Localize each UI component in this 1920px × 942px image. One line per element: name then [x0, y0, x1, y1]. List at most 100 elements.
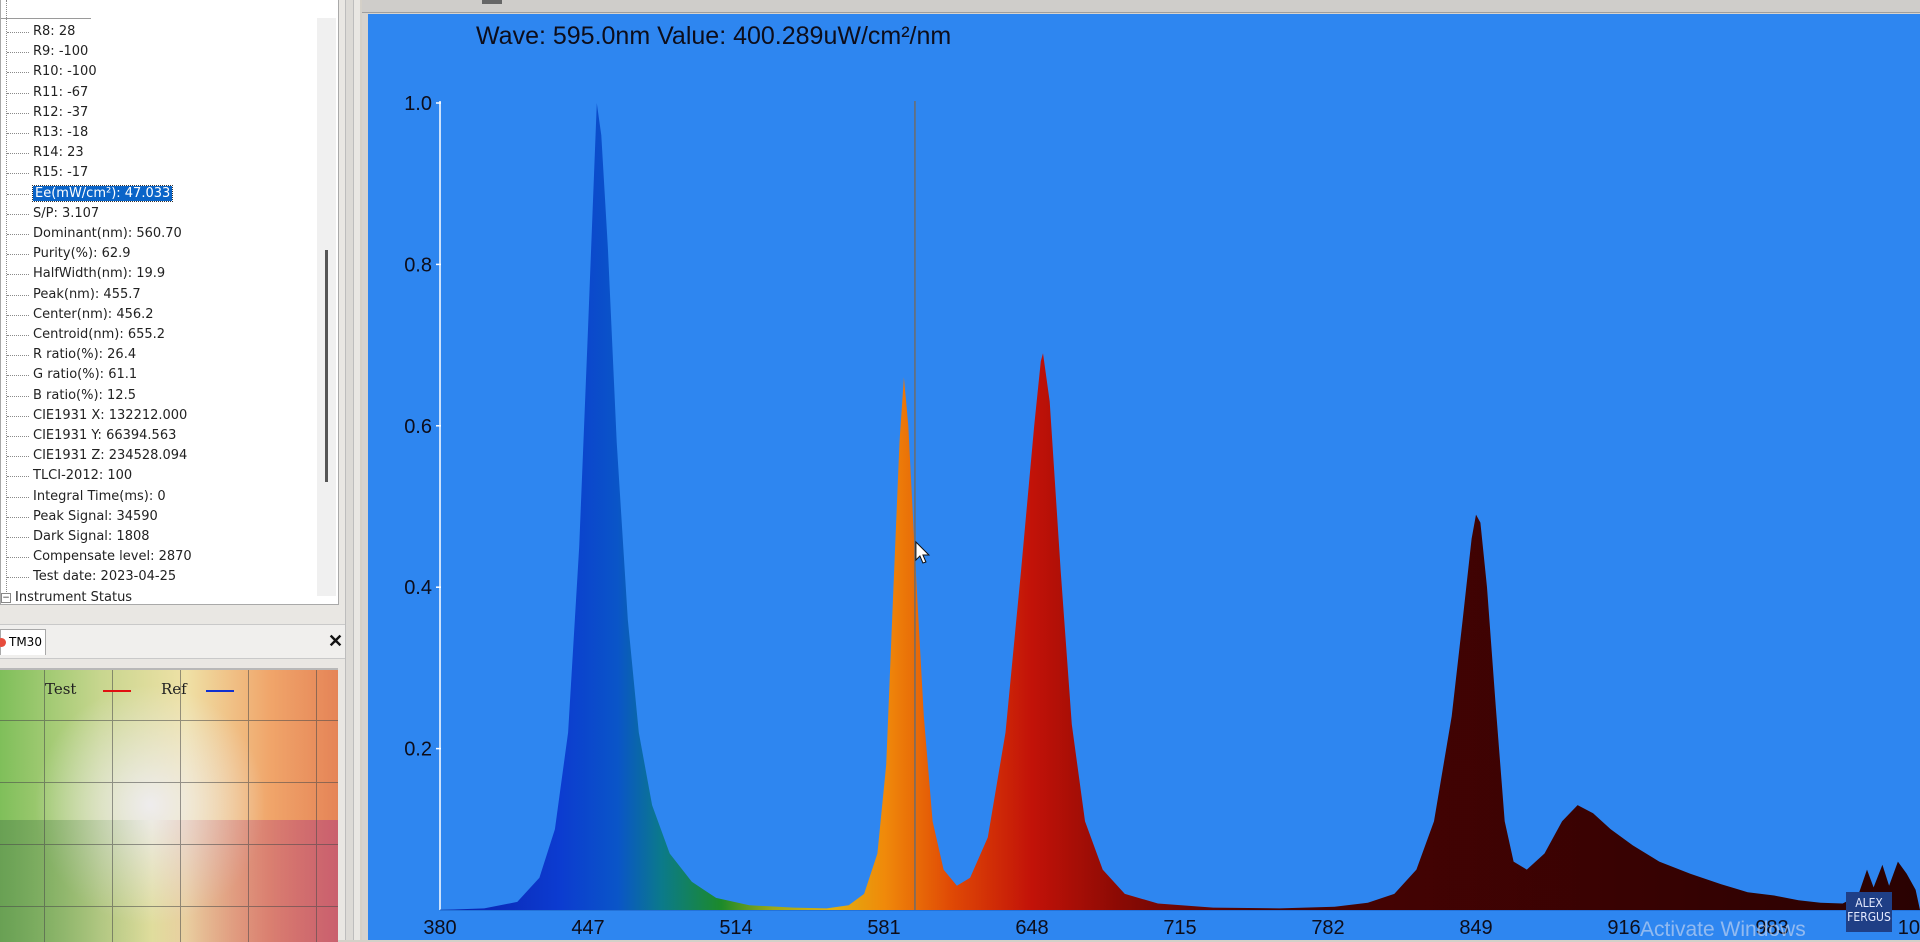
collapse-icon[interactable]: −	[1, 593, 11, 603]
tree-item-label: R13: -18	[33, 125, 89, 140]
x-tick-label: 581	[867, 917, 900, 939]
tree-item[interactable]: R14: 23	[33, 143, 84, 163]
tm30-grid	[0, 670, 338, 942]
tree-item[interactable]: R15: -17	[33, 163, 88, 183]
tree-item[interactable]: CIE1931 X: 132212.000	[33, 406, 187, 426]
tree-item-label: Peak Signal: 34590	[33, 508, 158, 524]
tree-item[interactable]: Dark Signal: 1808	[33, 527, 150, 547]
x-tick-label: 916	[1607, 917, 1640, 939]
tree-item[interactable]: CIE1931 Z: 234528.094	[33, 446, 187, 466]
tree-item[interactable]: Dominant(nm): 560.70	[33, 224, 182, 244]
legend-test-label: Test	[45, 680, 77, 698]
tree-connector	[7, 375, 29, 377]
logo-line-2: FERGUS	[1847, 910, 1891, 924]
tree-item-label: Integral Time(ms): 0	[33, 488, 166, 504]
tree-item-label: Purity(%): 62.9	[33, 246, 131, 262]
x-tick-label: 715	[1163, 917, 1196, 939]
x-tick-label: 849	[1459, 917, 1492, 939]
tree-item[interactable]: Centroid(nm): 655.2	[33, 325, 165, 345]
tm30-panel-header: TM30 ✕	[0, 624, 348, 659]
tree-scrollbar-thumb[interactable]	[325, 250, 328, 482]
tree-connector	[7, 32, 29, 33]
tree-connector	[7, 456, 29, 458]
tree-item-label: Peak(nm): 455.7	[33, 286, 141, 302]
tree-item-label: R12: -37	[33, 104, 89, 120]
tree-item[interactable]: R11: -67	[33, 83, 88, 103]
tree-connector	[7, 72, 29, 74]
y-tick-label: 0.6	[404, 416, 432, 438]
tree-connector	[7, 173, 29, 175]
tree-item-label: R ratio(%): 26.4	[33, 347, 137, 363]
tree-connector	[7, 254, 29, 256]
tree-item[interactable]: R13: -18	[33, 123, 88, 143]
tree-connector	[7, 213, 29, 215]
tree-item[interactable]: R10: -100	[33, 62, 97, 82]
tree-connector	[7, 436, 29, 437]
tm30-tab-icon	[0, 638, 6, 647]
tree-item[interactable]: Peak Signal: 34590	[33, 507, 158, 527]
tree-group-instrument-status[interactable]: Instrument Status	[15, 588, 132, 604]
tree-item-label: Ee(mW/cm²): 47.033	[31, 184, 174, 202]
tree-connector	[7, 577, 29, 579]
activate-windows-watermark: Activate Windows	[1640, 918, 1806, 941]
tree-item[interactable]: Center(nm): 456.2	[33, 305, 154, 325]
tm30-color-vector-plot: Test Ref	[0, 668, 338, 942]
tree-item-label: Center(nm): 456.2	[33, 306, 154, 322]
close-icon[interactable]: ✕	[328, 631, 343, 652]
tree-item[interactable]: B ratio(%): 12.5	[33, 386, 136, 406]
tree-item-label: Dark Signal: 1808	[33, 529, 150, 544]
tree-item-label: R9: -100	[33, 44, 89, 60]
tree-item[interactable]: Ee(mW/cm²): 47.033	[31, 184, 174, 204]
panel-tab-stub	[482, 0, 502, 4]
tree-item[interactable]: Peak(nm): 455.7	[33, 285, 141, 305]
tree-item-label: Test date: 2023-04-25	[33, 569, 177, 585]
tree-item[interactable]: Compensate level: 2870	[33, 547, 192, 567]
tree-item-label: G ratio(%): 61.1	[33, 367, 138, 383]
tree-connector	[7, 335, 29, 336]
tree-connector	[7, 496, 29, 498]
tree-item[interactable]: S/P: 3.107	[33, 204, 99, 224]
tree-item[interactable]: TLCI-2012: 100	[33, 466, 132, 486]
tree-connector	[7, 294, 29, 296]
y-tick-label: 0.2	[404, 739, 432, 761]
tree-item[interactable]: R9: -100	[33, 42, 88, 62]
tree-item[interactable]: HalfWidth(nm): 19.9	[33, 264, 165, 284]
cursor-readout: Wave: 595.0nm Value: 400.289uW/cm²/nm	[476, 22, 952, 50]
tree-item-label: R8: 28	[33, 24, 76, 39]
tree-item[interactable]: Integral Time(ms): 0	[33, 487, 166, 507]
tree-item-label: TLCI-2012: 100	[33, 468, 133, 484]
tree-item-label: Compensate level: 2870	[33, 549, 192, 565]
measurement-tree: R8: 28 R9: -100 R10: -100 R11: -67 R12: -37 R…	[0, 0, 339, 605]
x-tick-label: 782	[1311, 917, 1344, 939]
tree-item[interactable]: R12: -37	[33, 103, 88, 123]
tree-item-label: CIE1931 X: 132212.000	[33, 407, 188, 423]
spectrum-chart[interactable]: 1.0 0.8 0.6 0.4 0.2 380 447 514 581 648 715 782 849…	[368, 14, 1920, 940]
tree-item[interactable]: R8: 28	[33, 22, 75, 42]
tree-scrollbar[interactable]	[317, 18, 336, 596]
left-panel: R8: 28 R9: -100 R10: -100 R11: -67 R12: -37 R…	[0, 0, 360, 942]
tree-item-label: R14: 23	[33, 145, 84, 161]
tree-connector	[7, 92, 29, 94]
x-tick-label: 447	[571, 917, 604, 939]
tree-item-label: R15: -17	[33, 165, 89, 181]
panel-splitter[interactable]	[345, 0, 354, 940]
tree-connector	[7, 234, 29, 235]
tree-item[interactable]: Purity(%): 62.9	[33, 244, 131, 264]
tree-item[interactable]: R ratio(%): 26.4	[33, 345, 136, 365]
x-tick-label: 380	[423, 917, 456, 939]
logo-line-1: ALEX	[1855, 896, 1883, 910]
tree-header-edge	[1, 0, 91, 19]
tree-item-label: B ratio(%): 12.5	[33, 387, 136, 403]
tab-tm30[interactable]: TM30	[0, 629, 46, 655]
tree-connector	[7, 314, 29, 316]
tree-item[interactable]: Test date: 2023-04-25	[33, 567, 176, 587]
tree-connector	[7, 52, 29, 54]
tree-item[interactable]: G ratio(%): 61.1	[33, 365, 137, 385]
tree-connector	[7, 557, 29, 559]
tree-connector	[7, 274, 29, 276]
tree-item[interactable]: CIE1931 Y: 66394.563	[33, 426, 176, 446]
y-tick-label: 1.0	[404, 93, 432, 115]
channel-logo: ALEX FERGUS	[1846, 892, 1892, 932]
tree-item-label: S/P: 3.107	[33, 205, 100, 221]
tree-connector	[7, 537, 29, 538]
